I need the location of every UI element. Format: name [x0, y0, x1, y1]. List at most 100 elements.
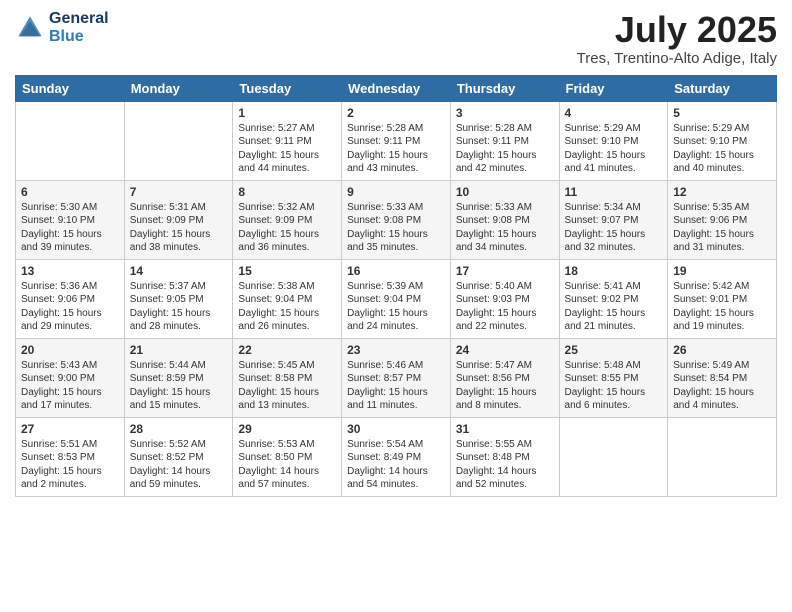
calendar-cell: 3 Sunrise: 5:28 AM Sunset: 9:11 PM Daylig…: [450, 101, 559, 180]
day-info: Sunrise: 5:30 AM Sunset: 9:10 PM Dayligh…: [21, 201, 119, 255]
day-number: 3: [456, 106, 554, 120]
calendar-table: SundayMondayTuesdayWednesdayThursdayFrid…: [15, 75, 777, 497]
day-info: Sunrise: 5:29 AM Sunset: 9:10 PM Dayligh…: [673, 122, 771, 176]
day-number: 14: [130, 264, 228, 278]
day-info: Sunrise: 5:51 AM Sunset: 8:53 PM Dayligh…: [21, 438, 119, 492]
calendar-cell: 15 Sunrise: 5:38 AM Sunset: 9:04 PM Dayli…: [233, 259, 342, 338]
calendar-cell: 24 Sunrise: 5:47 AM Sunset: 8:56 PM Dayli…: [450, 338, 559, 417]
calendar-cell: 30 Sunrise: 5:54 AM Sunset: 8:49 PM Dayli…: [342, 417, 451, 496]
calendar-header-thursday: Thursday: [450, 75, 559, 101]
day-number: 4: [565, 106, 663, 120]
calendar-cell: 10Sunrise: 5:33 AM Sunset: 9:08 PM Dayli…: [450, 180, 559, 259]
calendar-cell: 11 Sunrise: 5:34 AM Sunset: 9:07 PM Dayli…: [559, 180, 668, 259]
day-info: Sunrise: 5:54 AM Sunset: 8:49 PM Dayligh…: [347, 438, 445, 492]
calendar-cell: 16 Sunrise: 5:39 AM Sunset: 9:04 PM Dayli…: [342, 259, 451, 338]
day-number: 15: [238, 264, 336, 278]
day-info: Sunrise: 5:31 AM Sunset: 9:09 PM Dayligh…: [130, 201, 228, 255]
day-number: 6: [21, 185, 119, 199]
day-number: 27: [21, 422, 119, 436]
day-number: 30: [347, 422, 445, 436]
day-info: Sunrise: 5:28 AM Sunset: 9:11 PM Dayligh…: [456, 122, 554, 176]
calendar-cell: 7 Sunrise: 5:31 AM Sunset: 9:09 PM Daylig…: [124, 180, 233, 259]
day-info: Sunrise: 5:42 AM Sunset: 9:01 PM Dayligh…: [673, 280, 771, 334]
day-number: 20: [21, 343, 119, 357]
day-info: Sunrise: 5:44 AM Sunset: 8:59 PM Dayligh…: [130, 359, 228, 413]
day-info: Sunrise: 5:33 AM Sunset: 9:08 PM Dayligh…: [347, 201, 445, 255]
calendar-week-3: 13 Sunrise: 5:36 AM Sunset: 9:06 PM Dayli…: [16, 259, 777, 338]
title-block: July 2025 Tres, Trentino-Alto Adige, Ita…: [577, 10, 777, 67]
calendar-header-tuesday: Tuesday: [233, 75, 342, 101]
day-number: 31: [456, 422, 554, 436]
calendar-cell: 27 Sunrise: 5:51 AM Sunset: 8:53 PM Dayli…: [16, 417, 125, 496]
day-info: Sunrise: 5:39 AM Sunset: 9:04 PM Dayligh…: [347, 280, 445, 334]
day-number: 23: [347, 343, 445, 357]
day-info: Sunrise: 5:37 AM Sunset: 9:05 PM Dayligh…: [130, 280, 228, 334]
day-number: 5: [673, 106, 771, 120]
day-info: Sunrise: 5:49 AM Sunset: 8:54 PM Dayligh…: [673, 359, 771, 413]
day-number: 24: [456, 343, 554, 357]
calendar-cell: 29Sunrise: 5:53 AM Sunset: 8:50 PM Dayli…: [233, 417, 342, 496]
day-info: Sunrise: 5:27 AM Sunset: 9:11 PM Dayligh…: [238, 122, 336, 176]
calendar-week-5: 27 Sunrise: 5:51 AM Sunset: 8:53 PM Dayli…: [16, 417, 777, 496]
location-title: Tres, Trentino-Alto Adige, Italy: [577, 50, 777, 67]
day-number: 22: [238, 343, 336, 357]
day-number: 21: [130, 343, 228, 357]
month-title: July 2025: [577, 10, 777, 50]
calendar-header-wednesday: Wednesday: [342, 75, 451, 101]
day-number: 26: [673, 343, 771, 357]
day-info: Sunrise: 5:52 AM Sunset: 8:52 PM Dayligh…: [130, 438, 228, 492]
day-info: Sunrise: 5:36 AM Sunset: 9:06 PM Dayligh…: [21, 280, 119, 334]
calendar-cell: 21 Sunrise: 5:44 AM Sunset: 8:59 PM Dayli…: [124, 338, 233, 417]
day-info: Sunrise: 5:29 AM Sunset: 9:10 PM Dayligh…: [565, 122, 663, 176]
day-number: 7: [130, 185, 228, 199]
logo-text: General Blue: [49, 10, 109, 45]
calendar-cell: 13 Sunrise: 5:36 AM Sunset: 9:06 PM Dayli…: [16, 259, 125, 338]
day-number: 9: [347, 185, 445, 199]
day-number: 1: [238, 106, 336, 120]
day-info: Sunrise: 5:48 AM Sunset: 8:55 PM Dayligh…: [565, 359, 663, 413]
calendar-header-saturday: Saturday: [668, 75, 777, 101]
day-number: 25: [565, 343, 663, 357]
day-number: 2: [347, 106, 445, 120]
day-number: 17: [456, 264, 554, 278]
day-info: Sunrise: 5:55 AM Sunset: 8:48 PM Dayligh…: [456, 438, 554, 492]
calendar-cell: 31 Sunrise: 5:55 AM Sunset: 8:48 PM Dayli…: [450, 417, 559, 496]
calendar-cell: 5 Sunrise: 5:29 AM Sunset: 9:10 PM Daylig…: [668, 101, 777, 180]
calendar-cell: 14 Sunrise: 5:37 AM Sunset: 9:05 PM Dayli…: [124, 259, 233, 338]
calendar-header-sunday: Sunday: [16, 75, 125, 101]
day-number: 11: [565, 185, 663, 199]
logo-icon: [15, 13, 45, 43]
calendar-cell: 19Sunrise: 5:42 AM Sunset: 9:01 PM Dayli…: [668, 259, 777, 338]
day-number: 18: [565, 264, 663, 278]
calendar-week-1: 1 Sunrise: 5:27 AM Sunset: 9:11 PM Daylig…: [16, 101, 777, 180]
calendar-cell: 12Sunrise: 5:35 AM Sunset: 9:06 PM Dayli…: [668, 180, 777, 259]
calendar-week-4: 20 Sunrise: 5:43 AM Sunset: 9:00 PM Dayli…: [16, 338, 777, 417]
calendar-week-2: 6 Sunrise: 5:30 AM Sunset: 9:10 PM Daylig…: [16, 180, 777, 259]
calendar-cell: 17Sunrise: 5:40 AM Sunset: 9:03 PM Dayli…: [450, 259, 559, 338]
day-info: Sunrise: 5:41 AM Sunset: 9:02 PM Dayligh…: [565, 280, 663, 334]
calendar-cell: 22 Sunrise: 5:45 AM Sunset: 8:58 PM Dayli…: [233, 338, 342, 417]
calendar-cell: 25 Sunrise: 5:48 AM Sunset: 8:55 PM Dayli…: [559, 338, 668, 417]
day-number: 29: [238, 422, 336, 436]
calendar-cell: 2 Sunrise: 5:28 AM Sunset: 9:11 PM Daylig…: [342, 101, 451, 180]
calendar-cell: 6 Sunrise: 5:30 AM Sunset: 9:10 PM Daylig…: [16, 180, 125, 259]
calendar-cell: [16, 101, 125, 180]
day-info: Sunrise: 5:35 AM Sunset: 9:06 PM Dayligh…: [673, 201, 771, 255]
day-info: Sunrise: 5:45 AM Sunset: 8:58 PM Dayligh…: [238, 359, 336, 413]
day-info: Sunrise: 5:38 AM Sunset: 9:04 PM Dayligh…: [238, 280, 336, 334]
day-info: Sunrise: 5:32 AM Sunset: 9:09 PM Dayligh…: [238, 201, 336, 255]
calendar-header-row: SundayMondayTuesdayWednesdayThursdayFrid…: [16, 75, 777, 101]
calendar-cell: [668, 417, 777, 496]
day-info: Sunrise: 5:33 AM Sunset: 9:08 PM Dayligh…: [456, 201, 554, 255]
day-info: Sunrise: 5:43 AM Sunset: 9:00 PM Dayligh…: [21, 359, 119, 413]
day-number: 13: [21, 264, 119, 278]
calendar-cell: 28Sunrise: 5:52 AM Sunset: 8:52 PM Dayli…: [124, 417, 233, 496]
calendar-cell: 18 Sunrise: 5:41 AM Sunset: 9:02 PM Dayli…: [559, 259, 668, 338]
day-info: Sunrise: 5:34 AM Sunset: 9:07 PM Dayligh…: [565, 201, 663, 255]
calendar-cell: 4 Sunrise: 5:29 AM Sunset: 9:10 PM Daylig…: [559, 101, 668, 180]
calendar-cell: 1 Sunrise: 5:27 AM Sunset: 9:11 PM Daylig…: [233, 101, 342, 180]
day-number: 16: [347, 264, 445, 278]
calendar-cell: 8Sunrise: 5:32 AM Sunset: 9:09 PM Daylig…: [233, 180, 342, 259]
day-info: Sunrise: 5:47 AM Sunset: 8:56 PM Dayligh…: [456, 359, 554, 413]
day-info: Sunrise: 5:28 AM Sunset: 9:11 PM Dayligh…: [347, 122, 445, 176]
